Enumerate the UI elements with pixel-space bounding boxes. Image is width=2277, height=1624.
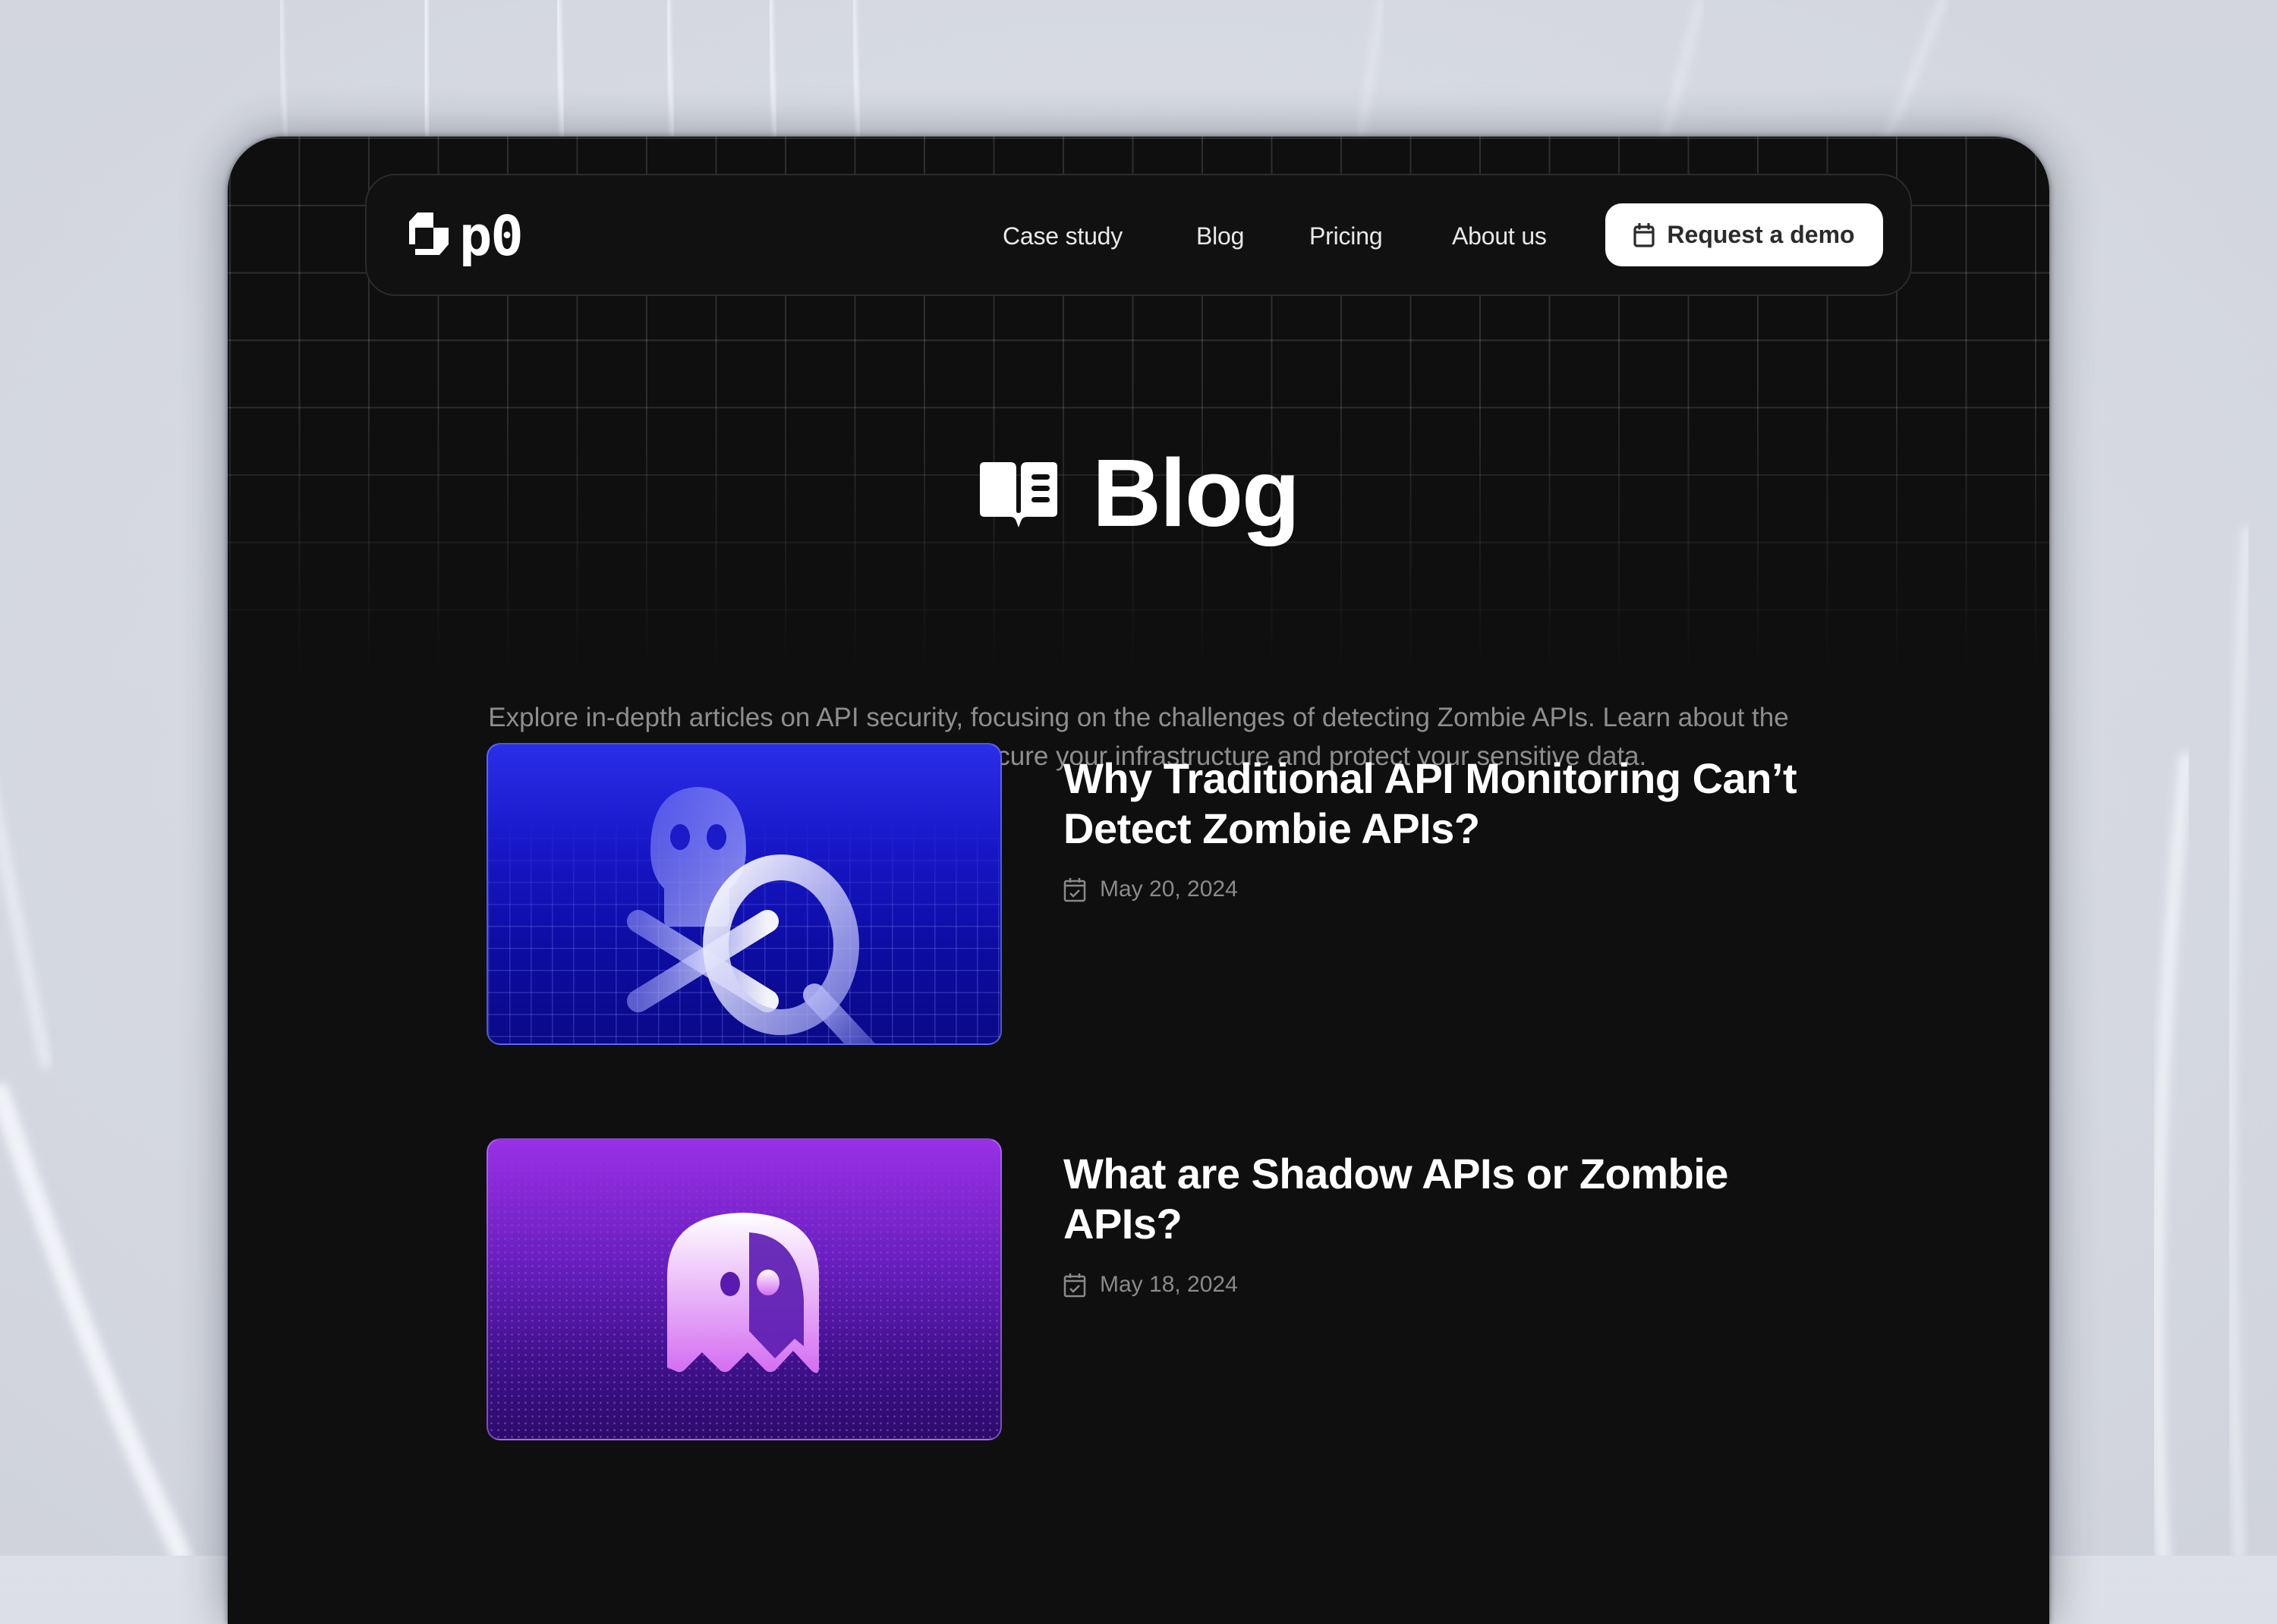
calendar-icon: [1633, 222, 1655, 247]
request-demo-button[interactable]: Request a demo: [1605, 203, 1883, 266]
post-date: May 18, 2024: [1063, 1272, 1238, 1298]
calendar-check-icon: [1063, 878, 1086, 902]
half-ghost-icon: [667, 1213, 819, 1374]
brand-wordmark: p0: [459, 204, 524, 268]
post-date-text: May 20, 2024: [1100, 877, 1238, 902]
top-navbar: p0 Case study Blog Pricing About us Requ…: [365, 174, 1912, 296]
post-thumbnail[interactable]: [487, 1138, 1002, 1440]
calendar-check-icon: [1063, 1273, 1086, 1298]
p0-logo-mark-icon: [409, 212, 449, 255]
page-header: Blog: [228, 440, 2049, 546]
nav-link-blog[interactable]: Blog: [1196, 222, 1244, 250]
post-date-text: May 18, 2024: [1100, 1272, 1238, 1297]
brand-logo-link[interactable]: p0: [408, 204, 524, 268]
browser-page-frame: p0 Case study Blog Pricing About us Requ…: [228, 137, 2049, 1624]
post-date: May 20, 2024: [1063, 877, 1238, 902]
nav-link-case-study[interactable]: Case study: [1003, 222, 1123, 250]
request-demo-label: Request a demo: [1667, 221, 1855, 248]
post-title-link[interactable]: Why Traditional API Monitoring Can’t Det…: [1063, 754, 1822, 854]
post-thumbnail[interactable]: [487, 743, 1002, 1045]
skull-magnifier-icon: [627, 787, 876, 1043]
page-title: Blog: [1092, 439, 1300, 546]
nav-link-about-us[interactable]: About us: [1452, 222, 1547, 250]
blog-post-card[interactable]: Why Traditional API Monitoring Can’t Det…: [487, 743, 1929, 1046]
blog-post-card[interactable]: What are Shadow APIs or Zombie APIs? May…: [487, 1138, 1929, 1442]
nav-link-pricing[interactable]: Pricing: [1309, 222, 1383, 250]
book-open-icon: [980, 462, 1058, 527]
post-title-link[interactable]: What are Shadow APIs or Zombie APIs?: [1063, 1149, 1822, 1249]
